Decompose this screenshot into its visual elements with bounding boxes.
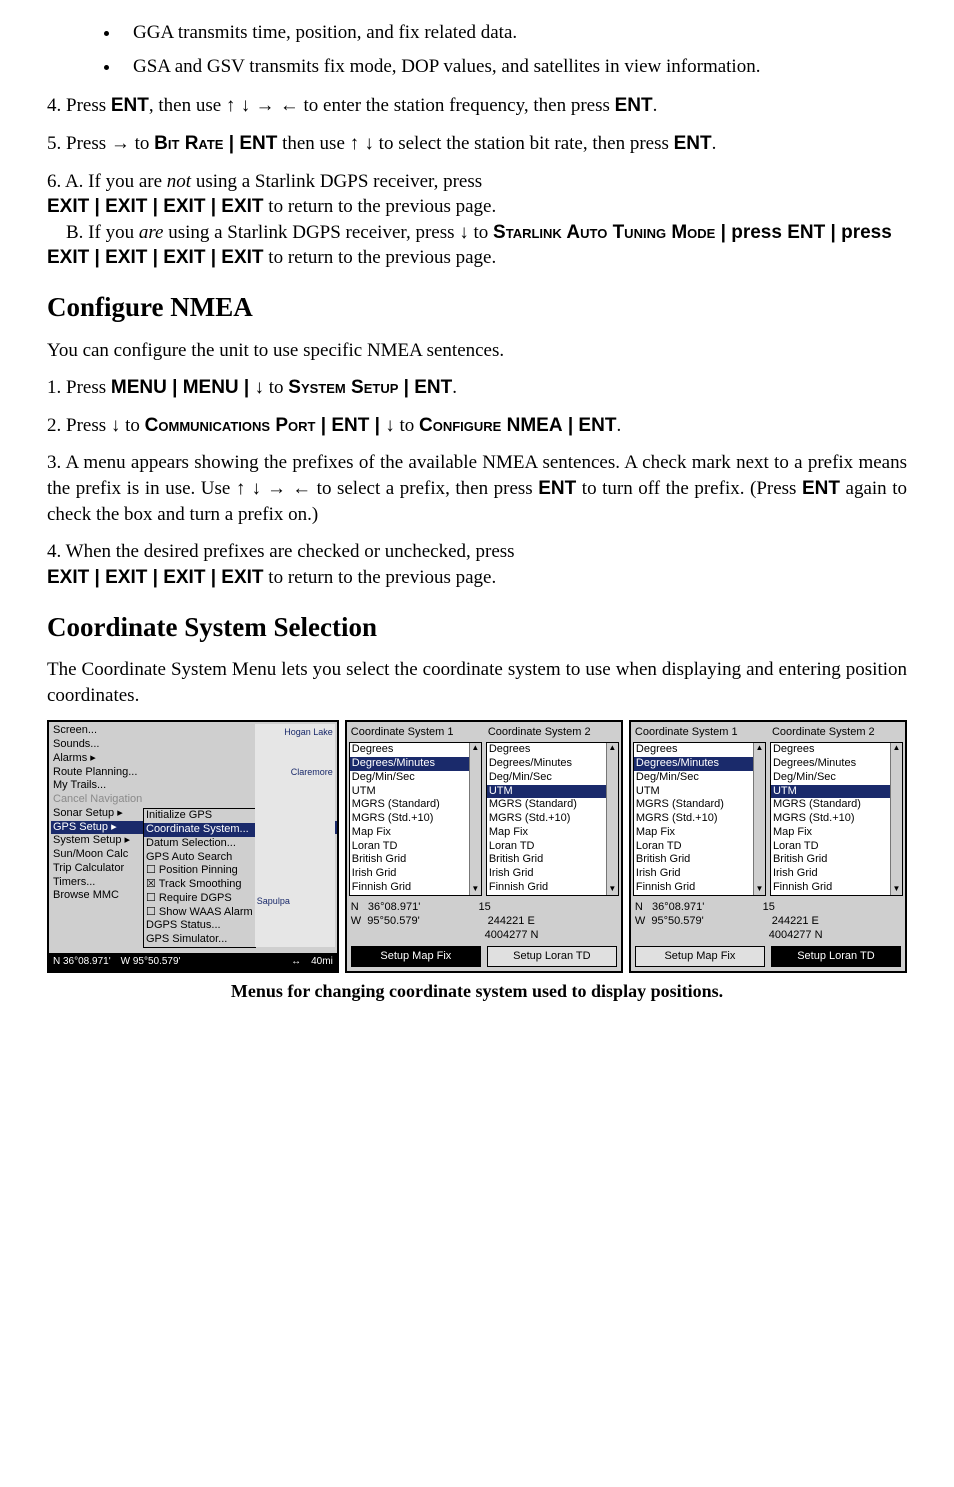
coord-intro: The Coordinate System Menu lets you sele… [47, 657, 907, 708]
coord-sys-1-list[interactable]: DegreesDegrees/MinutesDeg/Min/SecUTMMGRS… [633, 742, 766, 895]
coord-sys-2-list[interactable]: DegreesDegrees/MinutesDeg/Min/SecUTMMGRS… [486, 742, 619, 895]
submenu-item[interactable]: ☐ Require DGPS [144, 892, 255, 906]
coord-option[interactable]: MGRS (Std.+10) [634, 812, 765, 826]
status-lon: W 95°50.579' [121, 955, 181, 969]
coord-option[interactable]: British Grid [634, 853, 765, 867]
scrollbar-icon[interactable]: ▲▼ [890, 743, 902, 894]
setup-map-fix-button[interactable]: Setup Map Fix [351, 946, 481, 967]
coord-option[interactable]: Irish Grid [350, 867, 481, 881]
coord-option[interactable]: Degrees [771, 743, 902, 757]
scrollbar-icon[interactable]: ▲▼ [469, 743, 481, 894]
coord-option[interactable]: MGRS (Standard) [350, 798, 481, 812]
status-lat: N 36°08.971' [53, 955, 111, 969]
coord-sys-2-list[interactable]: DegreesDegrees/MinutesDeg/Min/SecUTMMGRS… [770, 742, 903, 895]
coord-option[interactable]: UTM [634, 785, 765, 799]
coord-option[interactable]: Irish Grid [771, 867, 902, 881]
scrollbar-icon[interactable]: ▲▼ [606, 743, 618, 894]
col1-title: Coordinate System 1 [635, 725, 766, 740]
col2-title: Coordinate System 2 [772, 725, 903, 740]
coord-option[interactable]: Irish Grid [634, 867, 765, 881]
heading-configure-nmea: Configure NMEA [47, 289, 907, 325]
coord-option[interactable]: Finnish Grid [771, 881, 902, 895]
coord-option[interactable]: Degrees/Minutes [350, 757, 481, 771]
status-scale: 40mi [311, 955, 333, 969]
col1-title: Coordinate System 1 [351, 725, 482, 740]
figure-caption: Menus for changing coordinate system use… [47, 979, 907, 1003]
coord-option[interactable]: Degrees/Minutes [634, 757, 765, 771]
coord-option[interactable]: UTM [487, 785, 618, 799]
coord-readout: N 36°08.971' W 95°50.579'15 244221 E 400… [631, 898, 905, 945]
setup-map-fix-button[interactable]: Setup Map Fix [635, 946, 765, 967]
coord-option[interactable]: UTM [771, 785, 902, 799]
coord-option[interactable]: Degrees [350, 743, 481, 757]
coord-readout: N 36°08.971' W 95°50.579'15 244221 E 400… [347, 898, 621, 945]
setup-loran-td-button[interactable]: Setup Loran TD [487, 946, 617, 967]
coord-option[interactable]: MGRS (Std.+10) [350, 812, 481, 826]
setup-loran-td-button[interactable]: Setup Loran TD [771, 946, 901, 967]
coord-option[interactable]: Degrees [487, 743, 618, 757]
submenu-item[interactable]: ☒ Track Smoothing [144, 878, 255, 892]
submenu-item[interactable]: GPS Auto Search [144, 851, 255, 865]
coord-option[interactable]: Deg/Min/Sec [487, 771, 618, 785]
submenu-item[interactable]: GPS Simulator... [144, 933, 255, 947]
configure-intro: You can configure the unit to use specif… [47, 338, 907, 364]
configure-step-3: 3. A menu appears showing the prefixes o… [47, 450, 907, 527]
coord-option[interactable]: MGRS (Standard) [487, 798, 618, 812]
bullet-item: GGA transmits time, position, and fix re… [121, 20, 907, 46]
coord-option[interactable]: Finnish Grid [350, 881, 481, 895]
map-preview: Hogan Lake Claremore Sapulpa [255, 724, 335, 947]
coord-option[interactable]: Deg/Min/Sec [771, 771, 902, 785]
step-4: 4. Press ENT, then use ↑ ↓ → ← to enter … [47, 93, 907, 119]
screenshot-menu: Screen...Sounds...Alarms ▸Route Planning… [47, 720, 339, 973]
bullet-item: GSA and GSV transmits fix mode, DOP valu… [121, 54, 907, 80]
heading-coordinate-system: Coordinate System Selection [47, 609, 907, 645]
coord-option[interactable]: Loran TD [487, 840, 618, 854]
coord-option[interactable]: MGRS (Std.+10) [771, 812, 902, 826]
coord-option[interactable]: British Grid [487, 853, 618, 867]
coord-option[interactable]: Deg/Min/Sec [350, 771, 481, 785]
screenshot-coord-utm: Coordinate System 1 DegreesDegrees/Minut… [629, 720, 907, 973]
status-bar: N 36°08.971' W 95°50.579' ↔ 40mi [49, 953, 337, 971]
submenu-item[interactable]: ☐ Show WAAS Alarm [144, 906, 255, 920]
gps-setup-submenu: Initialize GPSCoordinate System...Datum … [143, 808, 256, 948]
coord-option[interactable]: UTM [350, 785, 481, 799]
col2-title: Coordinate System 2 [488, 725, 619, 740]
submenu-item[interactable]: ☐ Position Pinning [144, 864, 255, 878]
coord-option[interactable]: British Grid [771, 853, 902, 867]
configure-step-4: 4. When the desired prefixes are checked… [47, 539, 907, 590]
submenu-item[interactable]: Initialize GPS [144, 809, 255, 823]
submenu-item[interactable]: DGPS Status... [144, 919, 255, 933]
coord-option[interactable]: Degrees/Minutes [487, 757, 618, 771]
bullet-list: GGA transmits time, position, and fix re… [47, 20, 907, 79]
step-5: 5. Press → to Bit Rate | ENT then use ↑ … [47, 131, 907, 157]
coord-option[interactable]: Degrees [634, 743, 765, 757]
submenu-item[interactable]: Coordinate System... [144, 823, 255, 837]
coord-option[interactable]: Map Fix [350, 826, 481, 840]
step-6: 6. A. If you are not using a Starlink DG… [47, 169, 907, 272]
coord-option[interactable]: Map Fix [771, 826, 902, 840]
arrows-icon: ↔ [291, 955, 301, 969]
coord-option[interactable]: Map Fix [487, 826, 618, 840]
coord-option[interactable]: Finnish Grid [634, 881, 765, 895]
coord-option[interactable]: MGRS (Standard) [771, 798, 902, 812]
configure-step-1: 1. Press MENU | MENU | ↓ to System Setup… [47, 375, 907, 401]
coord-option[interactable]: Map Fix [634, 826, 765, 840]
coord-option[interactable]: Degrees/Minutes [771, 757, 902, 771]
coord-option[interactable]: Loran TD [350, 840, 481, 854]
coord-option[interactable]: Irish Grid [487, 867, 618, 881]
figure-row: Screen...Sounds...Alarms ▸Route Planning… [47, 720, 907, 973]
coord-option[interactable]: British Grid [350, 853, 481, 867]
coord-option[interactable]: MGRS (Std.+10) [487, 812, 618, 826]
coord-option[interactable]: Finnish Grid [487, 881, 618, 895]
coord-option[interactable]: Loran TD [634, 840, 765, 854]
configure-step-2: 2. Press ↓ to Communications Port | ENT … [47, 413, 907, 439]
coord-option[interactable]: MGRS (Standard) [634, 798, 765, 812]
coord-option[interactable]: Loran TD [771, 840, 902, 854]
coord-sys-1-list[interactable]: DegreesDegrees/MinutesDeg/Min/SecUTMMGRS… [349, 742, 482, 895]
screenshot-coord-degmin: Coordinate System 1 DegreesDegrees/Minut… [345, 720, 623, 973]
coord-option[interactable]: Deg/Min/Sec [634, 771, 765, 785]
submenu-item[interactable]: Datum Selection... [144, 837, 255, 851]
scrollbar-icon[interactable]: ▲▼ [753, 743, 765, 894]
